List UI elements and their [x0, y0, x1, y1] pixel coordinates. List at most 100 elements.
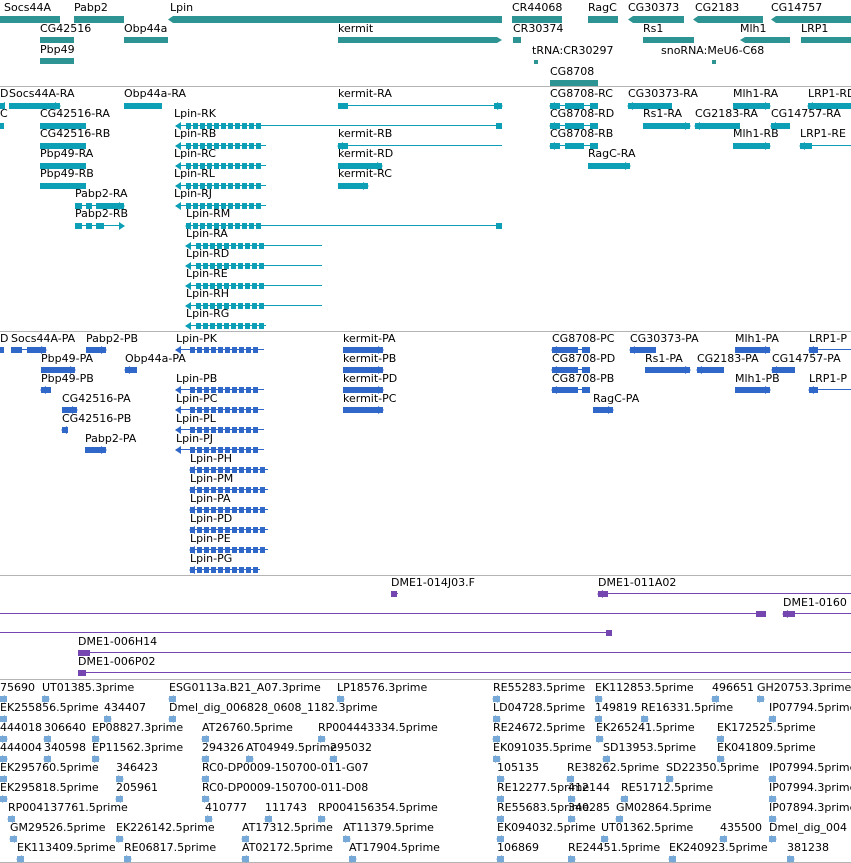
transcript-model[interactable] — [185, 242, 322, 250]
protein-model[interactable] — [189, 566, 260, 574]
transcript-model[interactable] — [40, 122, 86, 130]
transcript-model[interactable] — [807, 102, 851, 110]
transcript-model[interactable] — [185, 282, 322, 290]
protein-model[interactable] — [771, 366, 795, 374]
transcript-model[interactable] — [175, 202, 266, 210]
protein-model[interactable] — [41, 366, 76, 374]
est-model[interactable] — [596, 735, 604, 743]
transcript-model[interactable] — [9, 102, 61, 110]
transcript-model[interactable] — [694, 122, 740, 130]
protein-model[interactable] — [175, 386, 264, 394]
protein-model[interactable] — [808, 346, 851, 354]
protein-model[interactable] — [40, 386, 51, 394]
protein-model[interactable] — [551, 366, 590, 374]
transcript-model[interactable] — [0, 122, 4, 130]
transcript-model[interactable] — [185, 262, 322, 270]
transcript-model[interactable] — [185, 322, 266, 330]
transcript-model[interactable] — [770, 122, 790, 130]
transcript-model[interactable] — [338, 182, 369, 190]
clone-model[interactable] — [391, 590, 398, 598]
protein-model[interactable] — [175, 346, 264, 354]
transcript-model[interactable] — [40, 182, 86, 190]
transcript-model[interactable] — [175, 162, 266, 170]
protein-model[interactable] — [735, 386, 771, 394]
transcript-model[interactable] — [733, 142, 771, 150]
gene-bar[interactable] — [124, 37, 168, 43]
protein-model[interactable] — [343, 346, 384, 354]
transcript-model[interactable] — [40, 142, 86, 150]
protein-model[interactable] — [645, 366, 691, 374]
gene-bar[interactable] — [534, 60, 538, 64]
protein-model[interactable] — [696, 366, 724, 374]
gene-bar[interactable] — [40, 58, 74, 64]
transcript-model[interactable] — [75, 202, 125, 210]
est-model[interactable] — [241, 855, 249, 863]
transcript-model[interactable] — [549, 102, 598, 110]
gene-bar[interactable] — [168, 16, 502, 23]
clone-model[interactable] — [78, 669, 851, 677]
protein-model[interactable] — [189, 466, 268, 474]
transcript-model[interactable] — [627, 102, 672, 110]
transcript-model[interactable] — [588, 162, 631, 170]
est-model[interactable] — [787, 855, 795, 863]
transcript-model[interactable] — [338, 162, 383, 170]
gene-bar[interactable] — [801, 37, 851, 43]
transcript-model[interactable] — [185, 302, 322, 310]
est-model[interactable] — [116, 835, 124, 843]
transcript-model[interactable] — [799, 142, 851, 150]
transcript-model[interactable] — [549, 142, 598, 150]
gene-bar[interactable] — [588, 16, 618, 23]
transcript-model[interactable] — [733, 102, 771, 110]
protein-model[interactable] — [85, 446, 107, 454]
gene-bar[interactable] — [740, 37, 790, 43]
clone-model[interactable] — [0, 610, 766, 618]
protein-model[interactable] — [189, 486, 268, 494]
protein-model[interactable] — [343, 366, 384, 374]
transcript-model[interactable] — [75, 222, 125, 230]
gene-bar[interactable] — [550, 80, 598, 86]
est-model[interactable] — [124, 855, 132, 863]
clone-model[interactable] — [0, 629, 612, 637]
transcript-model[interactable] — [40, 162, 86, 170]
protein-model[interactable] — [629, 346, 656, 354]
gene-bar[interactable] — [643, 37, 694, 43]
transcript-model[interactable] — [175, 122, 502, 130]
transcript-model[interactable] — [124, 102, 162, 110]
protein-model[interactable] — [735, 346, 771, 354]
est-model[interactable] — [568, 855, 576, 863]
est-model[interactable] — [9, 835, 17, 843]
protein-model[interactable] — [0, 346, 4, 354]
transcript-model[interactable] — [338, 102, 503, 110]
transcript-model[interactable] — [549, 122, 598, 130]
clone-model[interactable] — [78, 649, 851, 657]
est-model[interactable] — [668, 855, 676, 863]
protein-model[interactable] — [124, 366, 137, 374]
est-model[interactable] — [0, 795, 8, 803]
est-model[interactable] — [769, 835, 777, 843]
protein-model[interactable] — [343, 386, 384, 394]
est-model[interactable] — [16, 855, 24, 863]
protein-model[interactable] — [808, 386, 851, 394]
est-model[interactable] — [757, 695, 765, 703]
protein-model[interactable] — [86, 346, 107, 354]
gene-bar[interactable] — [513, 37, 521, 43]
protein-model[interactable] — [593, 406, 614, 414]
protein-model[interactable] — [189, 526, 268, 534]
protein-model[interactable] — [175, 446, 264, 454]
protein-model[interactable] — [175, 406, 264, 414]
protein-model[interactable] — [62, 406, 78, 414]
transcript-model[interactable] — [643, 122, 691, 130]
protein-model[interactable] — [11, 346, 47, 354]
protein-model[interactable] — [551, 386, 590, 394]
est-model[interactable] — [496, 855, 504, 863]
protein-model[interactable] — [61, 426, 68, 434]
clone-model[interactable] — [597, 590, 851, 598]
protein-model[interactable] — [343, 406, 384, 414]
gene-bar[interactable] — [712, 60, 716, 64]
transcript-model[interactable] — [337, 142, 502, 150]
gene-bar[interactable] — [338, 37, 502, 43]
protein-model[interactable] — [551, 346, 590, 354]
transcript-model[interactable] — [185, 222, 502, 230]
protein-model[interactable] — [189, 506, 268, 514]
clone-model[interactable] — [782, 610, 851, 618]
